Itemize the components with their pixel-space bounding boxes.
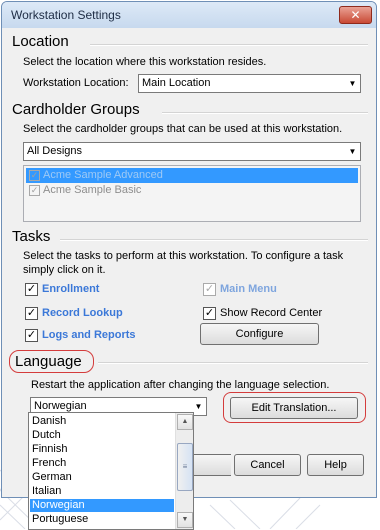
main-menu-task-link[interactable]: Main Menu bbox=[220, 283, 277, 295]
tasks-description-line2: simply click on it. bbox=[23, 264, 106, 276]
language-option-dutch[interactable]: Dutch bbox=[30, 429, 174, 442]
language-option-norwegian[interactable]: Norwegian bbox=[30, 499, 174, 512]
window-title: Workstation Settings bbox=[11, 8, 121, 22]
language-option-italian[interactable]: Italian bbox=[30, 485, 174, 498]
chevron-down-icon[interactable]: ▼ bbox=[345, 75, 360, 92]
language-option-french[interactable]: French bbox=[30, 457, 174, 470]
scroll-down-icon[interactable]: ▼ bbox=[177, 512, 193, 528]
language-option-portuguese[interactable]: Portuguese bbox=[30, 513, 174, 526]
workstation-location-value: Main Location bbox=[142, 77, 211, 89]
list-item-label: Acme Sample Basic bbox=[43, 184, 142, 196]
cardholder-groups-description: Select the cardholder groups that can be… bbox=[23, 123, 343, 135]
check-icon[interactable]: ✓ bbox=[25, 329, 38, 342]
chevron-down-icon[interactable]: ▼ bbox=[345, 143, 360, 160]
configure-button[interactable]: Configure bbox=[200, 323, 319, 345]
cardholder-groups-filter-select[interactable]: All Designs ▼ bbox=[23, 142, 361, 161]
tasks-section-title: Tasks bbox=[12, 228, 51, 245]
cardholder-groups-section-title: Cardholder Groups bbox=[12, 101, 140, 118]
checkbox-check-icon[interactable]: ✓ bbox=[29, 185, 40, 196]
workstation-location-label: Workstation Location: bbox=[23, 77, 129, 89]
list-item[interactable]: ✓ Acme Sample Basic bbox=[26, 183, 358, 198]
cancel-button[interactable]: Cancel bbox=[234, 454, 301, 476]
dropdown-scrollbar[interactable]: ▲ ≡ ▼ bbox=[175, 413, 193, 529]
tasks-description-line1: Select the tasks to perform at this work… bbox=[23, 250, 344, 262]
cardholder-groups-filter-value: All Designs bbox=[27, 145, 83, 157]
scroll-thumb[interactable]: ≡ bbox=[177, 443, 193, 491]
language-select-value: Norwegian bbox=[34, 400, 87, 412]
language-option-danish[interactable]: Danish bbox=[30, 415, 174, 428]
scroll-up-icon[interactable]: ▲ bbox=[177, 414, 193, 430]
language-description: Restart the application after changing t… bbox=[31, 379, 330, 391]
language-dropdown-list[interactable]: Danish Dutch Finnish French German Itali… bbox=[28, 412, 194, 530]
check-icon[interactable]: ✓ bbox=[203, 283, 216, 296]
cardholder-groups-divider bbox=[162, 112, 368, 114]
list-item[interactable]: ✓ Acme Sample Advanced bbox=[26, 168, 358, 183]
check-icon[interactable]: ✓ bbox=[25, 283, 38, 296]
language-option-finnish[interactable]: Finnish bbox=[30, 443, 174, 456]
record-lookup-task-link[interactable]: Record Lookup bbox=[42, 307, 123, 319]
tasks-divider bbox=[60, 239, 368, 241]
check-icon[interactable]: ✓ bbox=[203, 307, 216, 320]
checkbox-check-icon[interactable]: ✓ bbox=[29, 170, 40, 181]
ok-button[interactable] bbox=[189, 454, 231, 476]
enrollment-task-link[interactable]: Enrollment bbox=[42, 283, 99, 295]
edit-translation-button[interactable]: Edit Translation... bbox=[230, 397, 358, 419]
cardholder-groups-list[interactable]: ✓ Acme Sample Advanced ✓ Acme Sample Bas… bbox=[23, 165, 361, 222]
close-button[interactable]: ✕ bbox=[339, 6, 372, 24]
help-button[interactable]: Help bbox=[307, 454, 364, 476]
logs-and-reports-task-link[interactable]: Logs and Reports bbox=[42, 329, 136, 341]
language-option-german[interactable]: German bbox=[30, 471, 174, 484]
location-divider bbox=[90, 44, 368, 46]
workstation-location-select[interactable]: Main Location ▼ bbox=[138, 74, 361, 93]
language-divider bbox=[98, 362, 368, 364]
language-section-title: Language bbox=[15, 353, 82, 370]
list-item-label: Acme Sample Advanced bbox=[43, 169, 163, 181]
show-record-center-label: Show Record Center bbox=[220, 307, 323, 319]
location-description: Select the location where this workstati… bbox=[23, 56, 267, 68]
title-bar: Workstation Settings ✕ bbox=[2, 2, 376, 28]
location-section-title: Location bbox=[12, 33, 69, 50]
check-icon[interactable]: ✓ bbox=[25, 307, 38, 320]
